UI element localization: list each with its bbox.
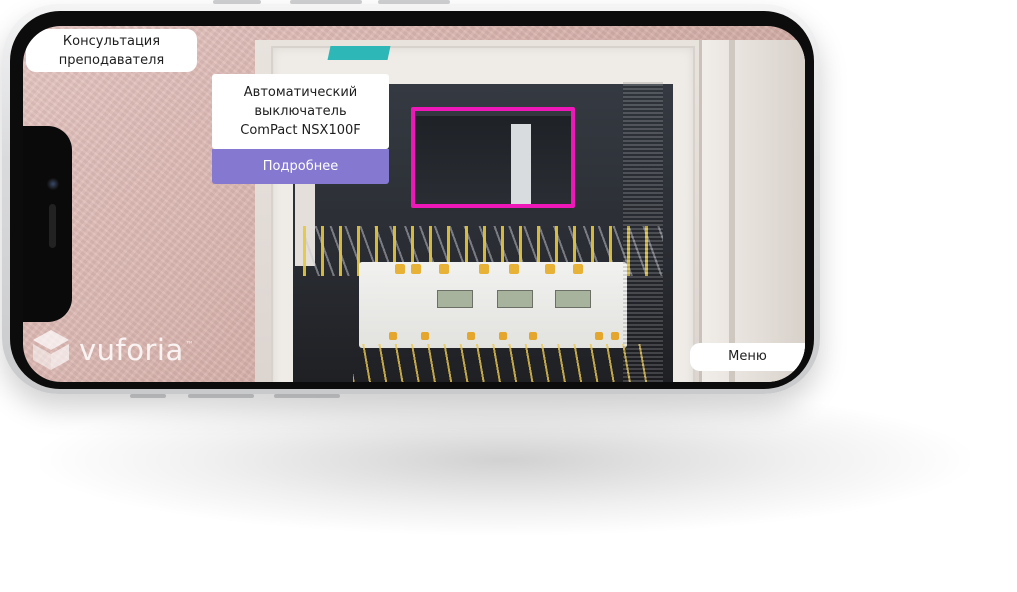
menu-button[interactable]: Меню [690,343,805,371]
device-display [437,290,473,308]
wires-lower [353,344,653,382]
cabinet-tab [327,46,391,60]
phone-side-button [188,394,254,398]
ar-target-highlight[interactable] [411,107,575,208]
more-details-button[interactable]: Подробнее [212,149,389,184]
device-display [497,290,533,308]
front-camera-icon [47,178,59,190]
vuforia-logo-icon [33,330,69,370]
trademark-symbol: ™ [185,339,194,349]
door-edge [729,40,735,382]
phone-shadow [40,385,970,535]
din-rail-devices [359,262,627,348]
vuforia-watermark: vuforia ™ [31,328,194,372]
phone-side-button [130,394,166,398]
teacher-consultation-button[interactable]: Консультация преподавателя [26,29,197,72]
device-display [555,290,591,308]
phone-side-button [274,394,340,398]
earpiece-speaker [49,204,56,248]
vuforia-wordmark: vuforia [79,333,184,367]
ar-camera-view[interactable]: vuforia ™ Консультация преподавателя Авт… [23,26,805,382]
object-info-card: Автоматический выключатель ComPact NSX10… [212,74,389,149]
phone-notch [23,126,72,322]
cabinet-door [699,40,805,382]
cabinet-glass [623,82,663,382]
phone-frame: vuforia ™ Консультация преподавателя Авт… [2,4,820,394]
